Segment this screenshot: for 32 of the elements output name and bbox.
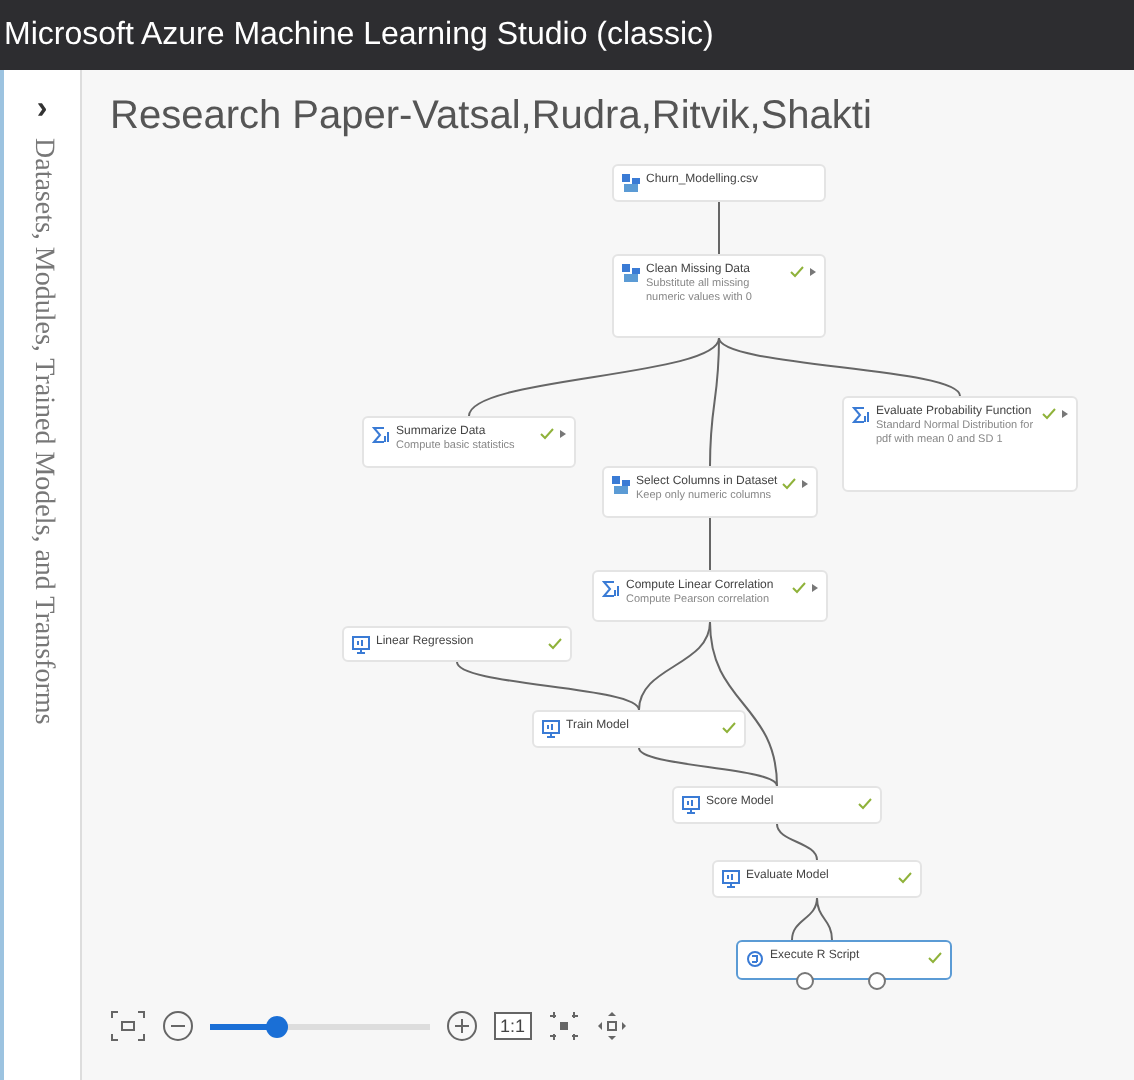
monitor-icon <box>722 870 740 888</box>
experiment-title: Research Paper-Vatsal,Rudra,Ritvik,Shakti <box>110 94 872 140</box>
script-icon <box>746 950 764 968</box>
dataset-icon <box>622 264 640 282</box>
expand-chevron[interactable]: › <box>36 94 48 126</box>
sigma-icon <box>372 426 390 444</box>
pan-icon[interactable] <box>595 1010 628 1042</box>
caret-icon[interactable] <box>810 268 816 276</box>
output-port[interactable] <box>868 972 886 990</box>
center-icon[interactable] <box>547 1010 580 1042</box>
caret-icon[interactable] <box>812 584 818 592</box>
caret-icon[interactable] <box>560 430 566 438</box>
window-title: Microsoft Azure Machine Learning Studio (classic) <box>0 0 1134 70</box>
dataset-icon <box>612 476 630 494</box>
monitor-icon <box>682 796 700 814</box>
caret-icon[interactable] <box>802 480 808 488</box>
zoom-in-icon[interactable] <box>446 1010 478 1042</box>
output-port[interactable] <box>796 972 814 990</box>
caret-icon[interactable] <box>1062 410 1068 418</box>
sidebar-label[interactable]: Datasets, Modules, Trained Models, and Transforms <box>26 138 58 725</box>
monitor-icon <box>542 720 560 738</box>
slider-thumb[interactable] <box>266 1015 288 1037</box>
monitor-icon <box>352 636 370 654</box>
sigma-icon <box>602 580 620 598</box>
actual-size-button[interactable]: 1:1 <box>494 1012 532 1040</box>
zoom-out-icon[interactable] <box>162 1010 194 1042</box>
dataset-icon <box>622 174 640 192</box>
connector-line <box>718 201 720 255</box>
connector-line <box>776 823 818 861</box>
fit-to-screen-icon[interactable] <box>110 1010 146 1042</box>
sigma-icon <box>852 406 870 424</box>
connector-line <box>709 517 711 571</box>
